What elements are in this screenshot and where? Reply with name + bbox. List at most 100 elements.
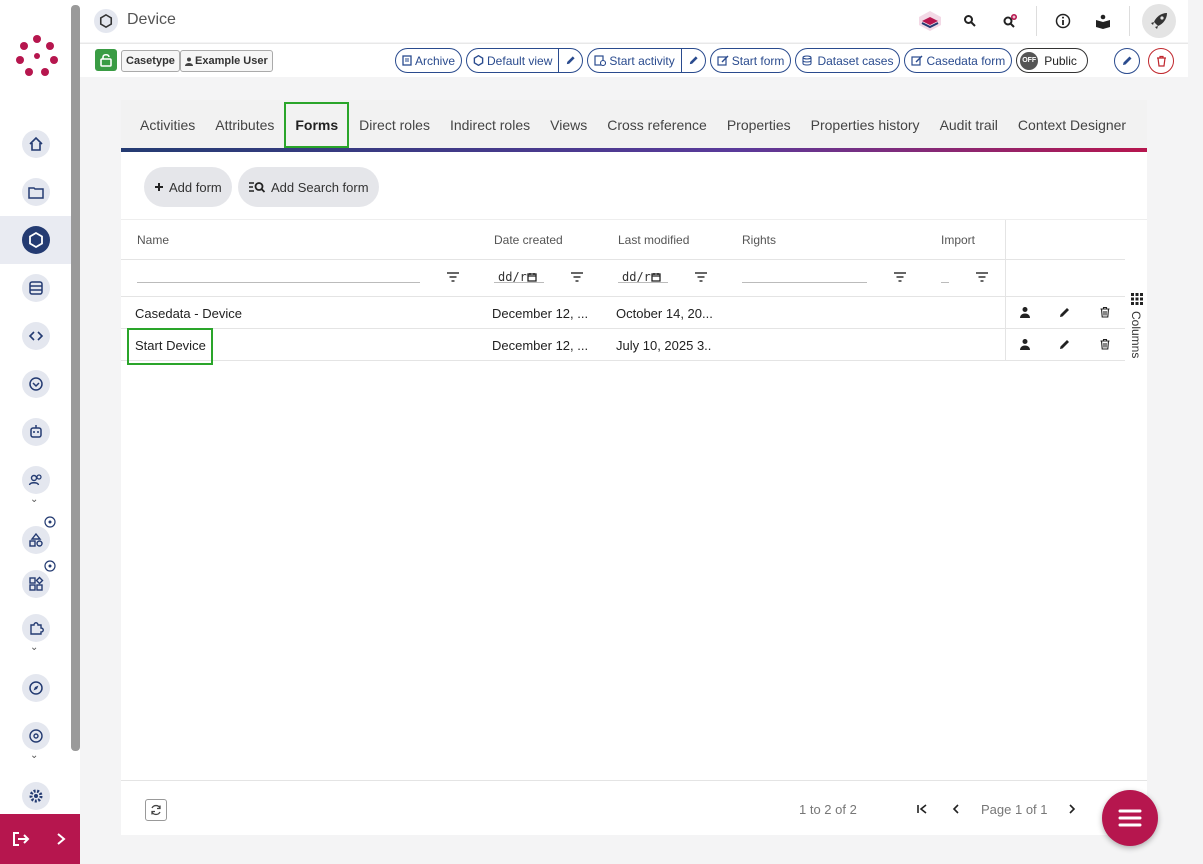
toggle-state: OFF (1020, 51, 1039, 70)
pencil-icon[interactable] (1059, 306, 1071, 318)
column-header-name[interactable]: Name (137, 233, 169, 247)
tab-forms[interactable]: Forms (284, 102, 350, 148)
archive-label: Archive (415, 53, 456, 68)
tab-context-designer[interactable]: Context Designer (1008, 102, 1136, 148)
product-logo-icon[interactable] (916, 7, 944, 35)
gear-icon[interactable] (22, 782, 50, 810)
menu-fab-button[interactable] (1102, 790, 1158, 846)
sidebar-scrollbar[interactable] (71, 5, 80, 751)
archive-icon (402, 55, 412, 66)
column-header-last-modified[interactable]: Last modified (618, 233, 689, 247)
columns-toggle[interactable]: Columns (1129, 311, 1143, 358)
rights-filter-input[interactable] (742, 282, 867, 283)
advanced-search-icon[interactable] (996, 7, 1024, 35)
expand-sidebar-icon[interactable] (56, 832, 66, 846)
pencil-icon[interactable] (1059, 338, 1071, 350)
date-created-filter-line (494, 282, 544, 283)
chevron-down-icon[interactable]: ⌄ (30, 494, 38, 505)
tab-indirect-roles[interactable]: Indirect roles (440, 102, 540, 148)
form-name[interactable]: Casedata - Device (135, 306, 242, 321)
lock-open-icon[interactable] (95, 49, 117, 71)
calendar-icon[interactable] (651, 272, 661, 282)
row-actions-column (1005, 220, 1125, 360)
column-header-date-created[interactable]: Date created (494, 233, 563, 247)
tab-properties[interactable]: Properties (717, 102, 801, 148)
default-view-button[interactable]: Default view (466, 48, 584, 73)
column-header-rights[interactable]: Rights (742, 233, 776, 247)
user-rights-icon[interactable] (1019, 338, 1031, 350)
table-row[interactable]: Casedata - Device December 12, ... Octob… (121, 297, 1125, 329)
dropdown-circle-icon[interactable] (22, 370, 50, 398)
puzzle-icon[interactable] (22, 614, 50, 642)
hexagon-icon (94, 9, 118, 33)
tab-direct-roles[interactable]: Direct roles (349, 102, 440, 148)
first-page-icon[interactable] (914, 801, 930, 817)
chevron-down-icon[interactable]: ⌄ (30, 750, 38, 761)
filter-icon[interactable] (694, 271, 708, 283)
filter-icon[interactable] (570, 271, 584, 283)
date-created-cell: December 12, ... (492, 306, 588, 321)
user-tag-label: Example User (195, 55, 268, 67)
start-form-button[interactable]: Start form (709, 48, 792, 73)
tab-views[interactable]: Views (540, 102, 597, 148)
highlight-start-device (127, 328, 213, 365)
forms-table: Name Date created Last modified Rights I… (121, 220, 1125, 361)
next-page-icon[interactable] (1064, 801, 1080, 817)
trash-icon[interactable] (1099, 306, 1111, 318)
tab-attributes[interactable]: Attributes (205, 102, 284, 148)
folder-icon[interactable] (22, 178, 50, 206)
activity-icon (594, 55, 607, 66)
shapes-icon[interactable] (22, 526, 50, 554)
archive-button[interactable]: Archive (395, 48, 463, 73)
tab-audit-trail[interactable]: Audit trail (930, 102, 1008, 148)
start-form-label: Start form (731, 53, 785, 68)
filter-icon[interactable] (975, 271, 989, 283)
compass-icon[interactable] (22, 674, 50, 702)
edit-start-activity-icon[interactable] (680, 49, 705, 72)
rocket-icon[interactable] (1142, 4, 1176, 38)
edit-default-view-icon[interactable] (558, 49, 582, 72)
casedata-form-button[interactable]: Casedata form (904, 48, 1013, 73)
calendar-icon[interactable] (527, 272, 537, 282)
add-form-button[interactable]: Add form (144, 167, 232, 207)
filter-icon[interactable] (446, 271, 460, 283)
form-actions: Add form Add Search form (121, 152, 1147, 220)
dataset-cases-label: Dataset cases (817, 53, 894, 68)
start-activity-button[interactable]: Start activity (587, 48, 706, 73)
previous-page-icon[interactable] (948, 801, 964, 817)
robot-icon[interactable] (22, 418, 50, 446)
network-icon[interactable] (22, 722, 50, 750)
widgets-icon[interactable] (22, 570, 50, 598)
dataset-cases-button[interactable]: Dataset cases (795, 48, 901, 73)
user-rights-icon[interactable] (1019, 306, 1031, 318)
list-icon[interactable] (22, 274, 50, 302)
column-header-import[interactable]: Import (941, 233, 975, 247)
info-icon[interactable] (1049, 7, 1077, 35)
home-icon[interactable] (22, 130, 50, 158)
trash-icon[interactable] (1099, 338, 1111, 350)
tab-properties-history[interactable]: Properties history (801, 102, 930, 148)
code-icon[interactable] (22, 322, 50, 350)
tab-cross-reference[interactable]: Cross reference (597, 102, 717, 148)
logout-icon[interactable] (12, 831, 30, 847)
search-list-icon (249, 182, 266, 193)
hamburger-icon (1118, 809, 1142, 827)
add-search-form-button[interactable]: Add Search form (238, 167, 379, 207)
tab-activities[interactable]: Activities (130, 102, 205, 148)
filter-icon[interactable] (893, 271, 907, 283)
search-icon[interactable] (956, 7, 984, 35)
public-toggle[interactable]: OFF Public (1016, 48, 1088, 73)
separator (1036, 6, 1037, 36)
delete-button[interactable] (1148, 48, 1174, 74)
refresh-button[interactable] (145, 799, 167, 821)
import-filter-input[interactable] (941, 282, 949, 283)
name-filter-input[interactable] (137, 282, 420, 283)
chevron-down-icon[interactable]: ⌄ (30, 642, 38, 653)
sidebar-item-casetypes[interactable] (0, 216, 71, 264)
table-row[interactable]: Start Device December 12, ... July 10, 2… (121, 329, 1125, 361)
users-icon[interactable] (22, 466, 50, 494)
edit-button[interactable] (1114, 48, 1140, 74)
book-icon[interactable] (1089, 7, 1117, 35)
columns-grid-icon[interactable] (1130, 292, 1144, 306)
toolbar-buttons: Archive Default view Start activity Star… (395, 48, 1088, 73)
